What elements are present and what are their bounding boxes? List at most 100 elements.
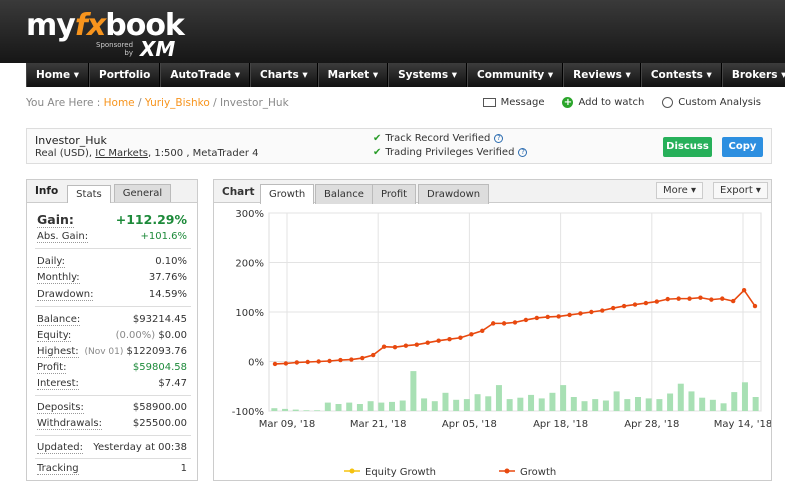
- chart-title: Chart: [222, 186, 255, 198]
- nav-item[interactable]: AutoTrade ▾: [160, 63, 250, 87]
- growth-point: [654, 299, 660, 304]
- volume-bar: [314, 410, 321, 411]
- legend-label: Growth: [520, 467, 556, 478]
- growth-chart: 300% 200% 100% 0% -100%Mar 09, '18 Mar 21, '1…: [232, 209, 772, 478]
- broker-link[interactable]: IC Markets: [95, 148, 148, 159]
- divider: [35, 248, 191, 249]
- stat-gain: Gain: +112.29%: [37, 212, 187, 228]
- growth-point: [567, 312, 572, 318]
- growth-point: [349, 357, 354, 362]
- y-tick-label: 300%: [235, 209, 264, 220]
- volume-bar: [463, 399, 470, 411]
- volume-bar: [677, 383, 684, 411]
- discuss-button[interactable]: Discuss: [663, 137, 712, 157]
- volume-bar: [667, 393, 674, 411]
- nav-item[interactable]: Portfolio: [89, 63, 161, 87]
- y-tick-label: 0%: [248, 358, 264, 369]
- legend-marker: [504, 468, 510, 474]
- x-tick-label: Mar 21, '18: [350, 419, 407, 430]
- volume-bar: [581, 401, 588, 411]
- volume-bar: [335, 404, 342, 411]
- custom-analysis-link[interactable]: Custom Analysis: [662, 97, 761, 108]
- copy-button[interactable]: Copy: [722, 137, 763, 157]
- account-name: Investor_Huk: [35, 134, 107, 147]
- y-tick-label: 100%: [235, 308, 264, 319]
- tab-balance[interactable]: Balance: [315, 184, 373, 204]
- nav-item[interactable]: Community ▾: [467, 63, 564, 87]
- account-detail: Real (USD), IC Markets, 1:500 , MetaTrad…: [35, 148, 259, 159]
- legend-label: Equity Growth: [365, 467, 436, 478]
- volume-bar: [602, 400, 609, 411]
- breadcrumb-user[interactable]: Yuriy_Bishko: [145, 97, 210, 109]
- growth-point: [294, 360, 300, 365]
- growth-point: [621, 303, 627, 309]
- volume-bar: [410, 371, 417, 411]
- x-tick-label: Mar 09, '18: [259, 419, 316, 430]
- message-link[interactable]: Message: [482, 97, 544, 108]
- nav-item[interactable]: Charts ▾: [249, 63, 318, 87]
- x-tick-label: Apr 05, '18: [442, 419, 497, 430]
- volume-bar: [720, 403, 727, 411]
- clock-icon: [662, 97, 674, 108]
- growth-point: [305, 359, 310, 365]
- xm-logo: XM: [140, 37, 176, 61]
- tab-stats[interactable]: Stats: [67, 185, 111, 203]
- export-dropdown[interactable]: Export ▾: [713, 182, 768, 199]
- legend-marker: [349, 468, 355, 474]
- growth-point: [687, 296, 692, 301]
- x-tick-label: Apr 28, '18: [624, 419, 679, 430]
- add-to-watch-link[interactable]: + Add to watch: [562, 97, 644, 108]
- breadcrumb-prefix: You Are Here :: [26, 97, 104, 109]
- stat-tracking: Tracking 1: [37, 463, 187, 475]
- header-bar: myfxbook Sponsored by XM: [0, 0, 785, 63]
- stat-abs-gain: Abs. Gain: +101.6%: [37, 231, 187, 243]
- help-icon[interactable]: ?: [518, 148, 528, 157]
- volume-bar: [635, 397, 641, 411]
- x-tick-label: May 14, '18: [714, 419, 771, 430]
- tab-general[interactable]: General: [113, 184, 172, 202]
- volume-bar: [356, 404, 363, 411]
- stat-deposits: Deposits: $58900.00: [37, 402, 187, 414]
- volume-bar: [570, 397, 577, 411]
- sponsor-text: Sponsored by: [96, 41, 134, 57]
- growth-point: [676, 296, 681, 301]
- volume-bar: [560, 385, 567, 411]
- volume-bar: [592, 399, 599, 411]
- nav-item[interactable]: Home ▾: [26, 63, 89, 87]
- tab-growth[interactable]: Growth: [260, 184, 315, 204]
- volume-bar: [421, 398, 428, 411]
- volume-bar: [399, 400, 406, 411]
- help-icon[interactable]: ?: [494, 134, 504, 143]
- nav-item[interactable]: Brokers ▾: [721, 63, 785, 87]
- growth-point: [458, 335, 463, 340]
- growth-point: [600, 308, 605, 313]
- volume-bar: [731, 392, 738, 411]
- breadcrumb-home[interactable]: Home: [104, 97, 135, 109]
- volume-bar: [538, 398, 545, 411]
- growth-point: [556, 314, 561, 319]
- growth-point: [360, 355, 365, 361]
- plus-icon: +: [562, 97, 574, 108]
- volume-bar: [442, 392, 449, 411]
- stat-equity: Equity: (0.00%) $0.00: [37, 330, 187, 342]
- growth-point: [730, 298, 736, 304]
- stat-highest: Highest: (Nov 01) $122093.76: [37, 346, 187, 358]
- info-panel: Info Stats General Gain: +112.29% Abs. Ga…: [26, 179, 198, 481]
- volume-bar: [506, 399, 513, 411]
- volume-bar: [453, 399, 460, 411]
- tab-profit[interactable]: Profit: [372, 184, 417, 204]
- growth-point: [720, 296, 725, 301]
- nav-item[interactable]: Systems ▾: [388, 63, 468, 87]
- nav-item[interactable]: Market ▾: [317, 63, 389, 87]
- nav-item[interactable]: Contests ▾: [640, 63, 722, 87]
- growth-point: [469, 332, 474, 337]
- more-dropdown[interactable]: More ▾: [656, 182, 703, 199]
- breadcrumb: You Are Here : Home / Yuriy_Bishko / Inv…: [26, 97, 289, 109]
- tab-drawdown[interactable]: Drawdown: [418, 184, 490, 204]
- check-icon: ✔: [373, 147, 382, 158]
- growth-point: [643, 300, 649, 306]
- x-tick-label: Apr 18, '18: [533, 419, 588, 430]
- growth-point: [425, 340, 430, 345]
- growth-point: [327, 358, 332, 364]
- nav-item[interactable]: Reviews ▾: [563, 63, 641, 87]
